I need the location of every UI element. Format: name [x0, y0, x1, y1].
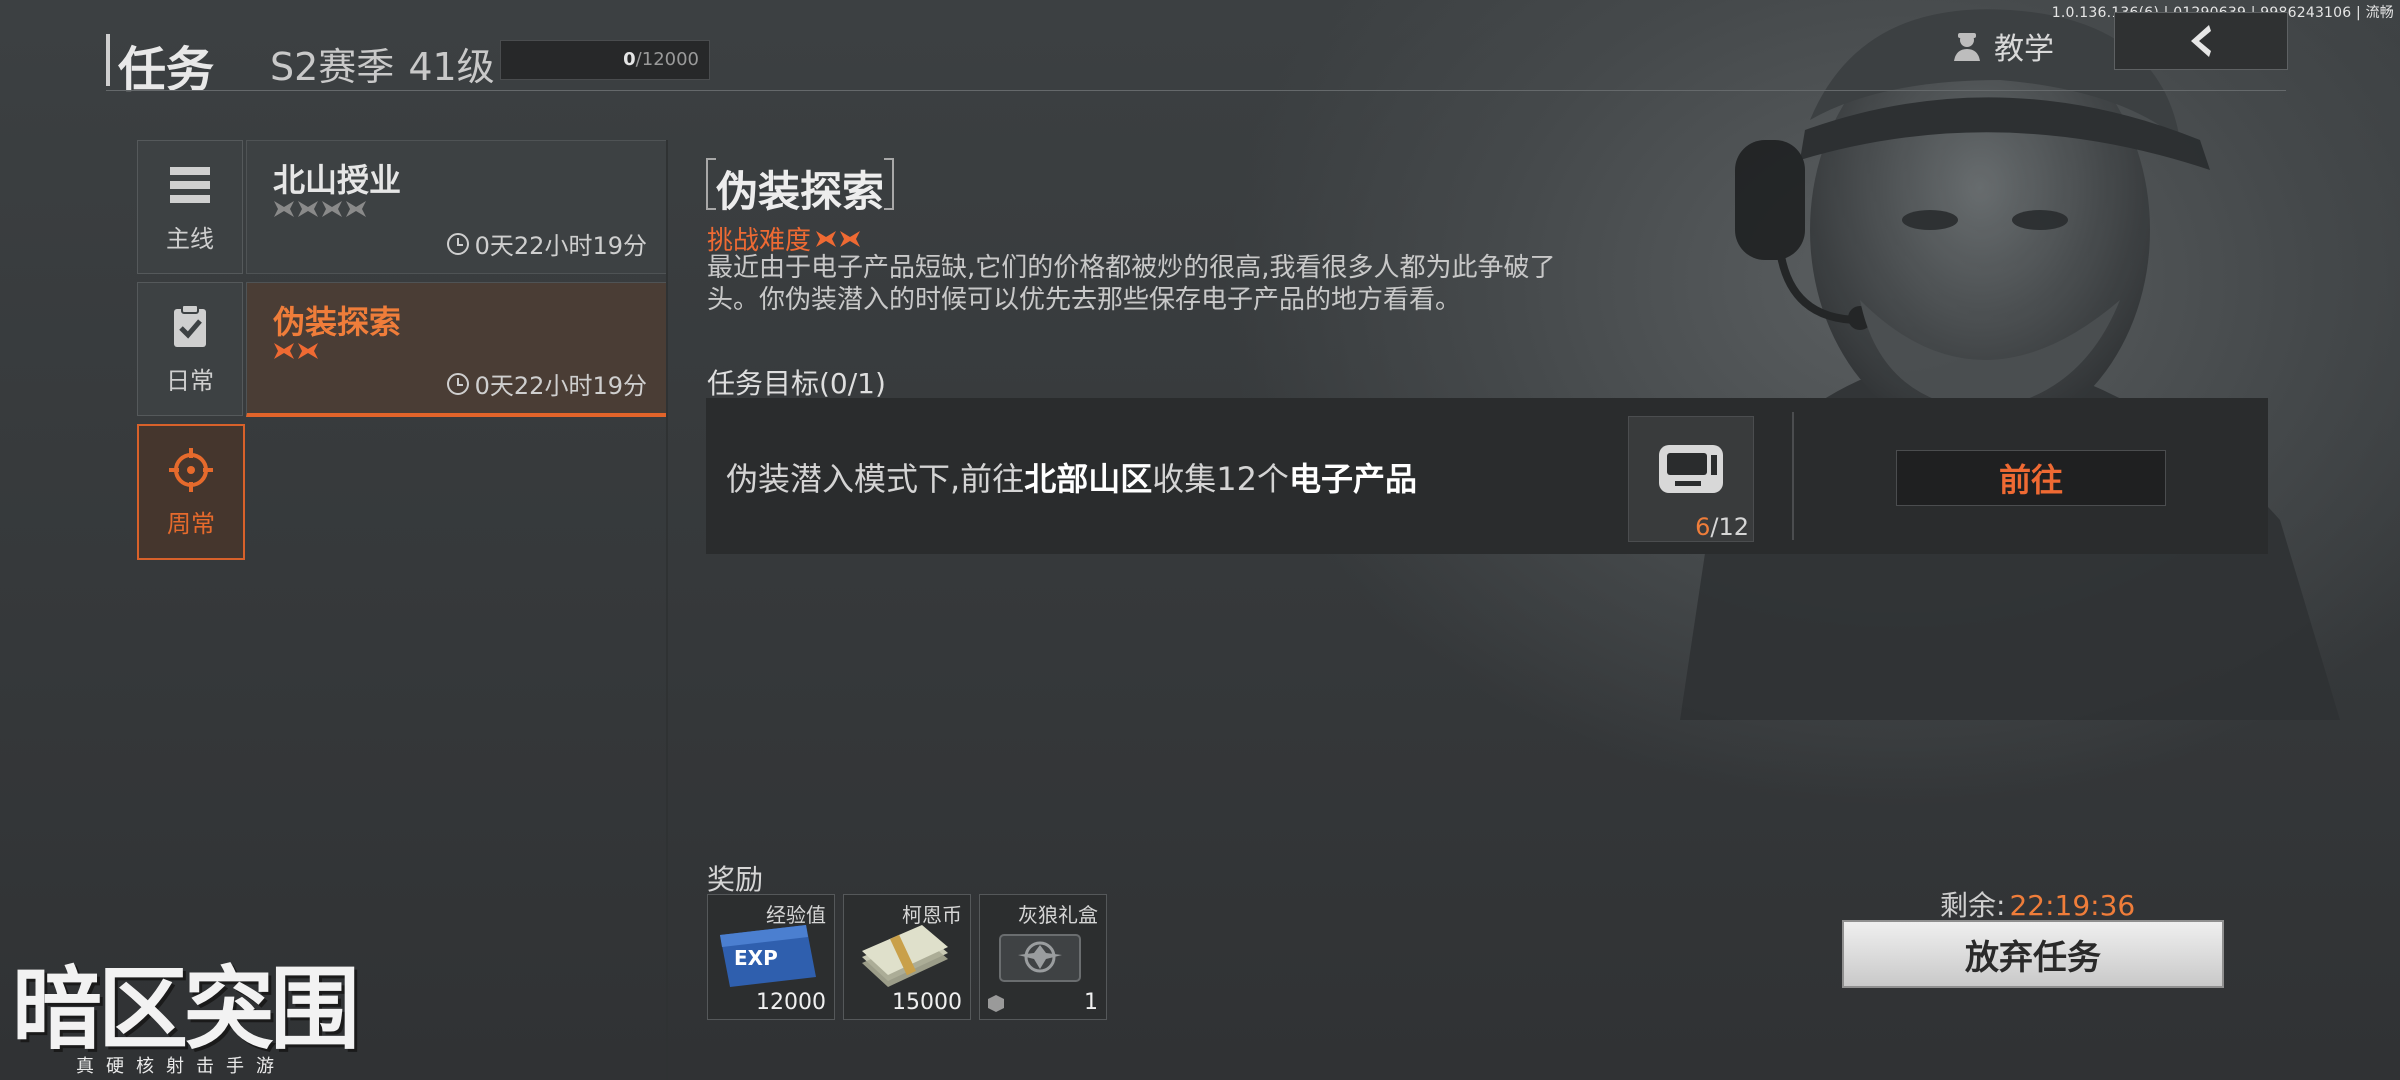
- reward-gift-box[interactable]: 灰狼礼盒 1: [979, 894, 1107, 1020]
- teach-button[interactable]: 教学: [1950, 24, 2054, 68]
- difficulty-star-icon: [274, 343, 294, 359]
- season-level: 41级: [408, 45, 495, 89]
- season-label: S2赛季: [270, 45, 395, 89]
- remaining-time: 剩余: 22:19:36: [1940, 884, 2135, 924]
- pager-icon: [1659, 445, 1723, 493]
- remaining-value: 22:19:36: [2009, 889, 2136, 922]
- reward-name: 经验值: [766, 903, 826, 927]
- clock-icon: [446, 372, 469, 395]
- task-detail-title: 伪装探索: [706, 158, 895, 219]
- season-xp-bar: 0/12000: [500, 40, 710, 80]
- exp-card-icon: EXP: [720, 925, 816, 987]
- header-divider: [106, 90, 2286, 91]
- task-difficulty-stars: [273, 341, 319, 361]
- objective-text: 伪装潜入模式下,前往北部山区收集12个电子产品: [726, 460, 1417, 498]
- reward-name: 灰狼礼盒: [1018, 903, 1098, 927]
- task-time-text: 0天22小时19分: [474, 232, 647, 260]
- task-name: 伪装探索: [273, 303, 402, 341]
- tab-weekly[interactable]: 周常: [137, 424, 245, 560]
- list-divider: [666, 140, 668, 1080]
- task-difficulty-stars: [273, 199, 367, 219]
- tab-main-quest-label: 主线: [166, 224, 214, 253]
- reward-qty: 15000: [892, 990, 962, 1015]
- logo-title: 暗区突围: [12, 957, 360, 1062]
- difficulty-star-icon: [298, 343, 318, 359]
- difficulty-star-icon: [346, 201, 366, 217]
- gift-box-icon: [999, 934, 1081, 982]
- objective-item-slot[interactable]: 6/12: [1628, 416, 1754, 542]
- teach-label: 教学: [1994, 32, 2054, 67]
- reward-exp[interactable]: EXP 经验值 12000: [707, 894, 835, 1020]
- clipboard-check-icon: [174, 303, 206, 347]
- soldier-portrait: [1680, 9, 2340, 720]
- remaining-label: 剩余:: [1940, 889, 2006, 922]
- task-time: 0天22小时19分: [446, 226, 647, 261]
- season-xp-text: 0/12000: [623, 49, 699, 70]
- task-time: 0天22小时19分: [446, 366, 647, 401]
- back-button[interactable]: [2114, 12, 2288, 70]
- tab-daily-label: 日常: [166, 366, 214, 395]
- objective-panel: 伪装潜入模式下,前往北部山区收集12个电子产品 6/12 前往: [706, 398, 2268, 554]
- difficulty-star-icon: [840, 230, 861, 247]
- abandon-task-button[interactable]: 放弃任务: [1842, 920, 2224, 988]
- task-name: 北山授业: [273, 161, 402, 199]
- objective-divider: [1792, 412, 1794, 540]
- reward-name: 柯恩币: [902, 903, 962, 927]
- task-item-disguise[interactable]: 伪装探索 0天22小时19分: [246, 282, 668, 417]
- rewards-title: 奖励: [707, 863, 764, 896]
- difficulty-stars: [815, 229, 861, 249]
- reward-qty: 12000: [756, 990, 826, 1015]
- svg-text:EXP: EXP: [734, 946, 778, 970]
- logo-subtitle: 真硬核射击手游: [76, 1056, 286, 1077]
- task-item-beishan[interactable]: 北山授业 0天22小时19分: [246, 140, 668, 274]
- task-time-text: 0天22小时19分: [474, 372, 647, 400]
- difficulty-star-icon: [816, 230, 837, 247]
- go-button[interactable]: 前往: [1896, 450, 2166, 506]
- objective-title: 任务目标(0/1): [707, 367, 886, 400]
- difficulty-star-icon: [298, 201, 318, 217]
- task-description: 最近由于电子产品短缺,它们的价格都被炒的很高,我看很多人都为此争破了头。你伪装潜…: [707, 253, 1556, 315]
- clock-icon: [446, 232, 469, 255]
- crosshair-icon: [169, 447, 213, 492]
- difficulty-star-icon: [274, 201, 294, 217]
- chevron-left-icon: [2191, 25, 2211, 57]
- reward-coins[interactable]: 柯恩币 15000: [843, 894, 971, 1020]
- tab-main-quest[interactable]: 主线: [137, 140, 243, 274]
- tab-daily[interactable]: 日常: [137, 282, 243, 416]
- instructor-icon: [1954, 33, 1980, 61]
- season-info: S2赛季 41级: [270, 36, 495, 91]
- reward-qty: 1: [1084, 990, 1098, 1015]
- tab-weekly-label: 周常: [167, 509, 215, 538]
- list-icon: [170, 166, 210, 203]
- game-logo: 暗区突围 真硬核射击手游: [12, 960, 372, 1080]
- box-type-icon: [988, 995, 1004, 1012]
- title-accent-bar: [106, 34, 110, 86]
- difficulty-star-icon: [322, 201, 342, 217]
- money-stack-icon: [862, 925, 948, 987]
- objective-progress: 6/12: [1695, 513, 1749, 541]
